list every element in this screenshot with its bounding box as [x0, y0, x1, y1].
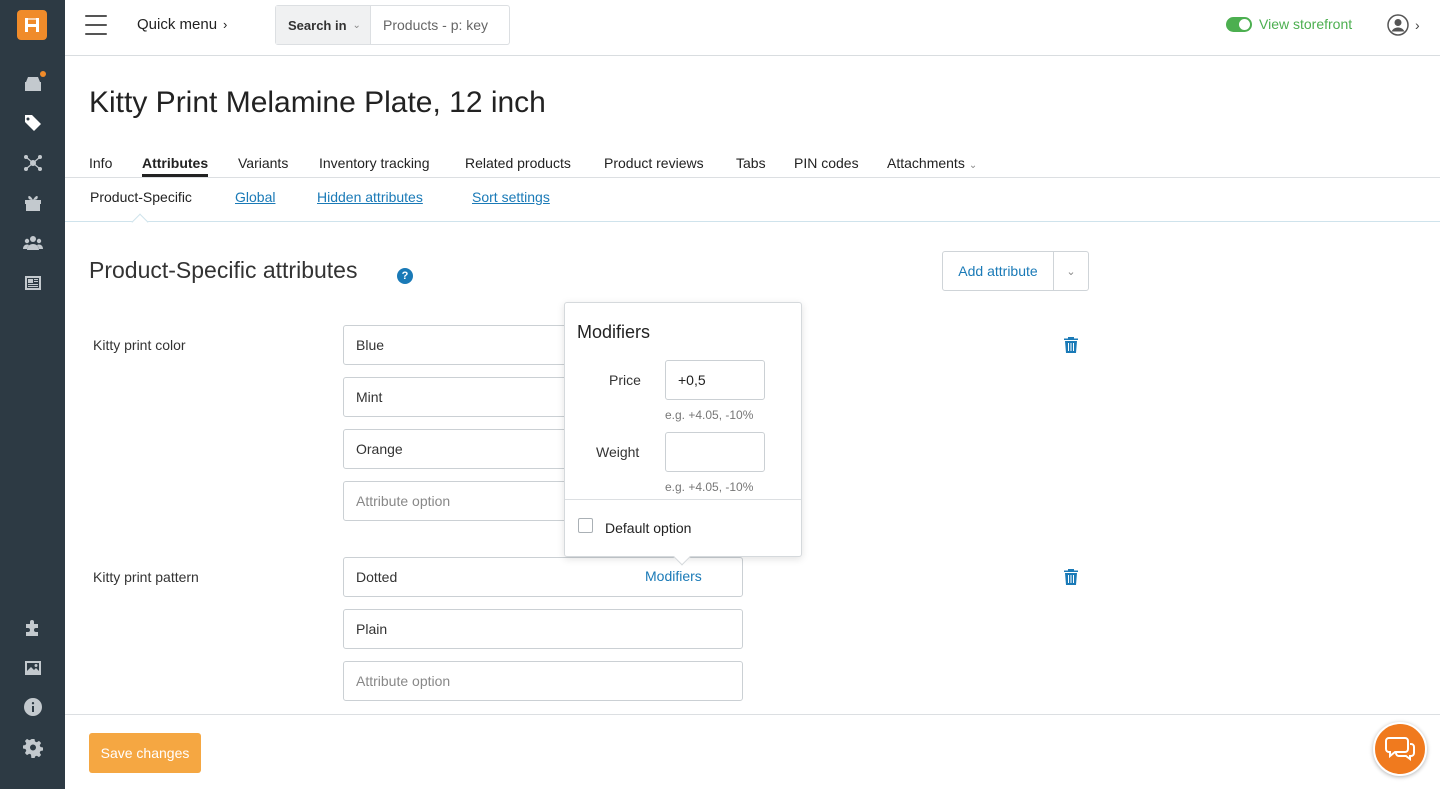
search-scope-label: Search in: [288, 17, 347, 33]
tab-related-products[interactable]: Related products: [465, 155, 571, 171]
chevron-down-icon: ⌄: [352, 19, 361, 31]
promotions-icon[interactable]: [20, 190, 46, 216]
tab-inventory-tracking[interactable]: Inventory tracking: [319, 155, 430, 171]
modifiers-popover: Modifiers Price e.g. +4.05, -10% Weight …: [564, 302, 802, 566]
top-header: Quick menu › Search in ⌄ View storefront ›: [65, 0, 1440, 56]
delete-attribute-trash-icon[interactable]: [1063, 336, 1079, 354]
search-input[interactable]: [371, 6, 509, 44]
footer-bar: Save changes: [65, 714, 1440, 789]
user-avatar-icon: [1387, 14, 1409, 36]
quick-menu-button[interactable]: Quick menu ›: [137, 16, 227, 33]
tab-attachments-label: Attachments: [887, 155, 965, 171]
addons-icon[interactable]: [20, 615, 46, 641]
chevron-right-icon: ›: [1415, 17, 1420, 33]
info-icon[interactable]: [20, 694, 46, 720]
popover-title: Modifiers: [577, 322, 651, 342]
new-attribute-option-input[interactable]: [343, 661, 743, 701]
sidebar: [0, 0, 65, 789]
tab-product-reviews[interactable]: Product reviews: [604, 155, 704, 171]
tab-tabs[interactable]: Tabs: [736, 155, 766, 171]
logo-icon[interactable]: [17, 10, 47, 40]
notification-dot: [40, 71, 46, 77]
attribute-name: Kitty print color: [93, 337, 186, 353]
weight-label: Weight: [596, 444, 640, 460]
user-menu[interactable]: ›: [1387, 14, 1420, 36]
products-icon[interactable]: [20, 110, 46, 136]
quick-menu-label: Quick menu: [137, 16, 218, 33]
storefront-status-toggle-icon: [1226, 16, 1252, 32]
default-option-label: Default option: [605, 520, 692, 536]
weight-hint: e.g. +4.05, -10%: [665, 480, 754, 494]
default-option-checkbox[interactable]: [578, 518, 593, 533]
website-icon[interactable]: [20, 270, 46, 296]
add-attribute-button[interactable]: Add attribute: [943, 252, 1054, 290]
hamburger-menu-icon[interactable]: [85, 15, 107, 35]
help-icon[interactable]: ?: [397, 268, 413, 284]
weight-modifier-input[interactable]: [665, 432, 765, 472]
attribute-option-input[interactable]: [343, 609, 743, 649]
price-label: Price: [609, 372, 641, 388]
orders-icon[interactable]: [20, 70, 46, 96]
save-changes-button[interactable]: Save changes: [89, 733, 201, 773]
price-modifier-input[interactable]: [665, 360, 765, 400]
subtab-sort-settings[interactable]: Sort settings: [472, 189, 550, 205]
tab-attachments[interactable]: Attachments ⌄: [887, 155, 977, 171]
tab-pin-codes[interactable]: PIN codes: [794, 155, 859, 171]
chat-support-icon[interactable]: [1373, 722, 1427, 776]
chevron-right-icon: ›: [223, 17, 228, 32]
view-storefront-link[interactable]: View storefront: [1226, 16, 1352, 32]
attribute-subtabs: Product-Specific Global Hidden attribute…: [65, 178, 1440, 231]
marketing-icon[interactable]: [20, 150, 46, 176]
section-title: Product-Specific attributes: [89, 257, 358, 283]
settings-icon[interactable]: [20, 735, 46, 761]
price-hint: e.g. +4.05, -10%: [665, 408, 754, 422]
customers-icon[interactable]: [20, 230, 46, 256]
page-title: Kitty Print Melamine Plate, 12 inch: [89, 86, 546, 119]
subtab-global[interactable]: Global: [235, 189, 275, 205]
subtab-product-specific[interactable]: Product-Specific: [90, 189, 192, 205]
design-icon[interactable]: [20, 655, 46, 681]
search-box: Search in ⌄: [275, 5, 510, 45]
add-attribute-button-group: Add attribute ⌄: [942, 251, 1089, 291]
delete-attribute-trash-icon[interactable]: [1063, 568, 1079, 586]
add-attribute-dropdown-chevron-icon[interactable]: ⌄: [1054, 252, 1088, 290]
active-subtab-indicator: [131, 213, 149, 231]
product-tabs: Info Attributes Variants Inventory track…: [65, 150, 1440, 178]
tab-variants[interactable]: Variants: [238, 155, 288, 171]
subtab-hidden-attributes[interactable]: Hidden attributes: [317, 189, 423, 205]
attribute-name: Kitty print pattern: [93, 569, 199, 585]
divider: [565, 499, 801, 500]
view-storefront-label: View storefront: [1259, 16, 1353, 32]
chevron-down-icon: ⌄: [968, 160, 978, 171]
modifiers-link[interactable]: Modifiers: [645, 568, 702, 584]
tab-attributes[interactable]: Attributes: [142, 155, 209, 177]
tab-info[interactable]: Info: [89, 155, 112, 171]
search-scope-dropdown[interactable]: Search in ⌄: [276, 6, 371, 44]
